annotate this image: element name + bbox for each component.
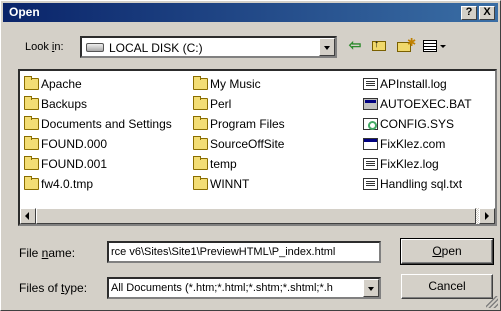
folder-icon: [24, 96, 39, 110]
files-of-type-dropdown[interactable]: All Documents (*.htm;*.html;*.shtm;*.sht…: [107, 277, 381, 299]
file-list-item[interactable]: AUTOEXEC.BAT: [362, 94, 472, 114]
title-bar: Open ? X: [3, 3, 498, 22]
scrollbar-thumb[interactable]: [36, 208, 476, 224]
file-name-label-end: ame:: [48, 246, 76, 260]
view-menu-icon[interactable]: [421, 37, 447, 55]
file-list-item[interactable]: Perl: [192, 94, 285, 114]
file-list-item-label: AUTOEXEC.BAT: [380, 97, 472, 111]
folder-icon: [24, 116, 39, 130]
file-name-input[interactable]: rce v6\Sites\Site1\PreviewHTML\P_index.h…: [107, 241, 381, 263]
open-button[interactable]: Open: [400, 238, 494, 265]
file-list-item[interactable]: FOUND.000: [23, 134, 172, 154]
file-list-item-label: Handling sql.txt: [380, 177, 463, 191]
doc-file-icon: [363, 158, 378, 170]
scroll-left-button[interactable]: [20, 208, 36, 224]
file-list-item[interactable]: My Music: [192, 74, 285, 94]
folder-icon: [193, 136, 208, 150]
file-list-item[interactable]: Program Files: [192, 114, 285, 134]
file-list[interactable]: Apache Backups Documents and Settings FOUND…: [18, 69, 497, 226]
close-button[interactable]: X: [479, 6, 495, 20]
file-list-item-label: fw4.0.tmp: [41, 177, 94, 191]
file-name-label: File name:: [19, 246, 75, 260]
look-in-label: Look in:: [25, 41, 64, 53]
horizontal-scrollbar[interactable]: [20, 208, 495, 224]
file-list-item[interactable]: Apache: [23, 74, 172, 94]
look-in-dropdown[interactable]: LOCAL DISK (C:): [80, 36, 337, 58]
chevron-down-icon: [440, 45, 446, 48]
folder-icon: [193, 116, 208, 130]
up-arrow-icon: ↑: [374, 39, 379, 50]
com-file-icon: [363, 138, 378, 150]
file-list-item[interactable]: CONFIG.SYS: [362, 114, 472, 134]
resize-grip[interactable]: [486, 296, 498, 308]
file-name-label-text: File: [19, 246, 42, 260]
file-list-item-label: Apache: [41, 77, 82, 91]
file-list-item[interactable]: SourceOffSite: [192, 134, 285, 154]
dialog-title: Open: [9, 5, 40, 19]
files-of-type-label-text: Files of: [19, 281, 62, 295]
file-list-item-label: CONFIG.SYS: [380, 117, 455, 131]
file-list-item-label: temp: [210, 157, 237, 171]
file-list-item[interactable]: APInstall.log: [362, 74, 472, 94]
folder-icon: [193, 176, 208, 190]
file-list-item[interactable]: FixKlez.com: [362, 134, 472, 154]
file-list-item[interactable]: fw4.0.tmp: [23, 174, 172, 194]
file-list-item-label: FOUND.000: [41, 137, 108, 151]
file-list-column-3: APInstall.log AUTOEXEC.BAT CONFIG.SYS FixKl…: [362, 74, 472, 194]
open-dialog: Open ? X Look in: LOCAL DISK (C:) ⇦ ↑ ✱ …: [0, 0, 501, 311]
file-list-item-label: Documents and Settings: [41, 117, 172, 131]
file-list-item-label: FixKlez.log: [380, 157, 439, 171]
file-list-item[interactable]: temp: [192, 154, 285, 174]
look-in-label-end: n:: [54, 41, 64, 53]
up-one-level-icon[interactable]: ↑: [369, 37, 389, 55]
folder-icon: [193, 156, 208, 170]
open-button-key: O: [432, 244, 442, 258]
help-button[interactable]: ?: [461, 6, 477, 20]
folder-icon: [24, 76, 39, 90]
look-in-label-text: Look: [25, 41, 52, 53]
folder-icon: [24, 176, 39, 190]
cancel-button[interactable]: Cancel: [401, 274, 493, 299]
file-list-item-label: Perl: [210, 97, 232, 111]
files-of-type-value: All Documents (*.htm;*.html;*.shtm;*.sht…: [111, 282, 333, 294]
details-view-icon: [423, 40, 437, 52]
scroll-right-button[interactable]: [479, 208, 495, 224]
file-list-item-label: Backups: [41, 97, 88, 111]
file-list-column-2: My Music Perl Program Files SourceOffSite te…: [192, 74, 285, 194]
folder-icon: [193, 76, 208, 90]
open-button-label: pen: [441, 244, 462, 258]
folder-icon: [24, 136, 39, 150]
file-list-column-1: Apache Backups Documents and Settings FOUND…: [23, 74, 172, 194]
folder-icon: [24, 156, 39, 170]
file-list-item-label: Program Files: [210, 117, 285, 131]
look-in-value: LOCAL DISK (C:): [109, 41, 203, 55]
sys-file-icon: [363, 118, 378, 130]
file-list-item-label: FixKlez.com: [380, 137, 446, 151]
files-of-type-label-end: ype:: [64, 281, 88, 295]
back-arrow-icon[interactable]: ⇦: [345, 37, 365, 55]
file-list-item[interactable]: Documents and Settings: [23, 114, 172, 134]
new-folder-icon[interactable]: ✱: [395, 37, 417, 55]
file-list-item[interactable]: FixKlez.log: [362, 154, 472, 174]
file-list-item-label: APInstall.log: [380, 77, 447, 91]
file-list-item-label: My Music: [210, 77, 261, 91]
folder-icon: [193, 96, 208, 110]
file-list-item-label: FOUND.001: [41, 157, 108, 171]
files-of-type-dropdown-arrow[interactable]: [363, 279, 379, 297]
hard-drive-icon: [86, 43, 104, 52]
doc-file-icon: [363, 178, 378, 190]
files-of-type-label: Files of type:: [19, 281, 87, 295]
file-list-item-label: WINNT: [210, 177, 250, 191]
file-list-item[interactable]: Handling sql.txt: [362, 174, 472, 194]
sparkle-icon: ✱: [407, 37, 417, 49]
file-list-item[interactable]: FOUND.001: [23, 154, 172, 174]
file-list-item-label: SourceOffSite: [210, 137, 285, 151]
look-in-dropdown-arrow[interactable]: [319, 38, 335, 56]
file-list-item[interactable]: WINNT: [192, 174, 285, 194]
file-list-item[interactable]: Backups: [23, 94, 172, 114]
doc-file-icon: [363, 78, 378, 90]
bat-file-icon: [363, 98, 378, 110]
